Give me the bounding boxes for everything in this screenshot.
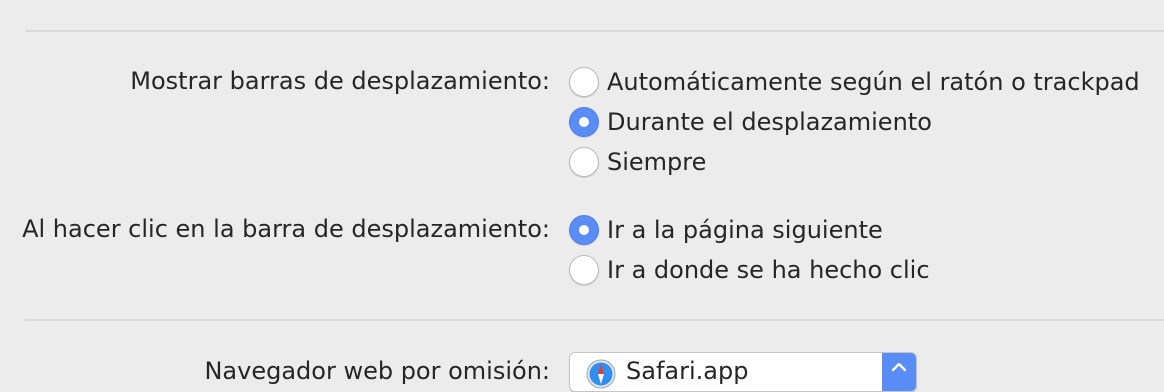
radio-jump-next-page[interactable]: Ir a la página siguiente bbox=[569, 213, 883, 247]
chevron-up-icon bbox=[891, 362, 907, 372]
radio-label: Durante el desplazamiento bbox=[607, 108, 932, 136]
popup-stepper-button[interactable] bbox=[882, 353, 916, 391]
radio-button-selected[interactable] bbox=[569, 107, 599, 137]
radio-label: Ir a la página siguiente bbox=[607, 216, 883, 244]
show-scroll-bars-label: Mostrar barras de desplazamiento: bbox=[130, 67, 550, 95]
radio-label: Siempre bbox=[607, 148, 707, 176]
radio-button[interactable] bbox=[569, 255, 599, 285]
scrollbar-click-label: Al hacer clic en la barra de desplazamie… bbox=[22, 215, 550, 243]
default-browser-value: Safari.app bbox=[626, 357, 749, 385]
radio-label: Ir a donde se ha hecho clic bbox=[607, 256, 930, 284]
safari-compass-icon bbox=[586, 359, 616, 389]
radio-jump-clicked-spot[interactable]: Ir a donde se ha hecho clic bbox=[569, 253, 930, 287]
default-browser-select[interactable]: Safari.app bbox=[569, 352, 917, 392]
default-browser-label: Navegador web por omisión: bbox=[204, 357, 550, 385]
radio-scroll-automatic[interactable]: Automáticamente según el ratón o trackpa… bbox=[569, 65, 1140, 99]
radio-button[interactable] bbox=[569, 147, 599, 177]
radio-button[interactable] bbox=[569, 67, 599, 97]
radio-button-selected[interactable] bbox=[569, 215, 599, 245]
top-separator bbox=[25, 30, 1164, 32]
radio-scroll-when-scrolling[interactable]: Durante el desplazamiento bbox=[569, 105, 932, 139]
middle-separator bbox=[25, 319, 1164, 321]
radio-scroll-always[interactable]: Siempre bbox=[569, 145, 706, 179]
radio-label: Automáticamente según el ratón o trackpa… bbox=[607, 68, 1140, 96]
